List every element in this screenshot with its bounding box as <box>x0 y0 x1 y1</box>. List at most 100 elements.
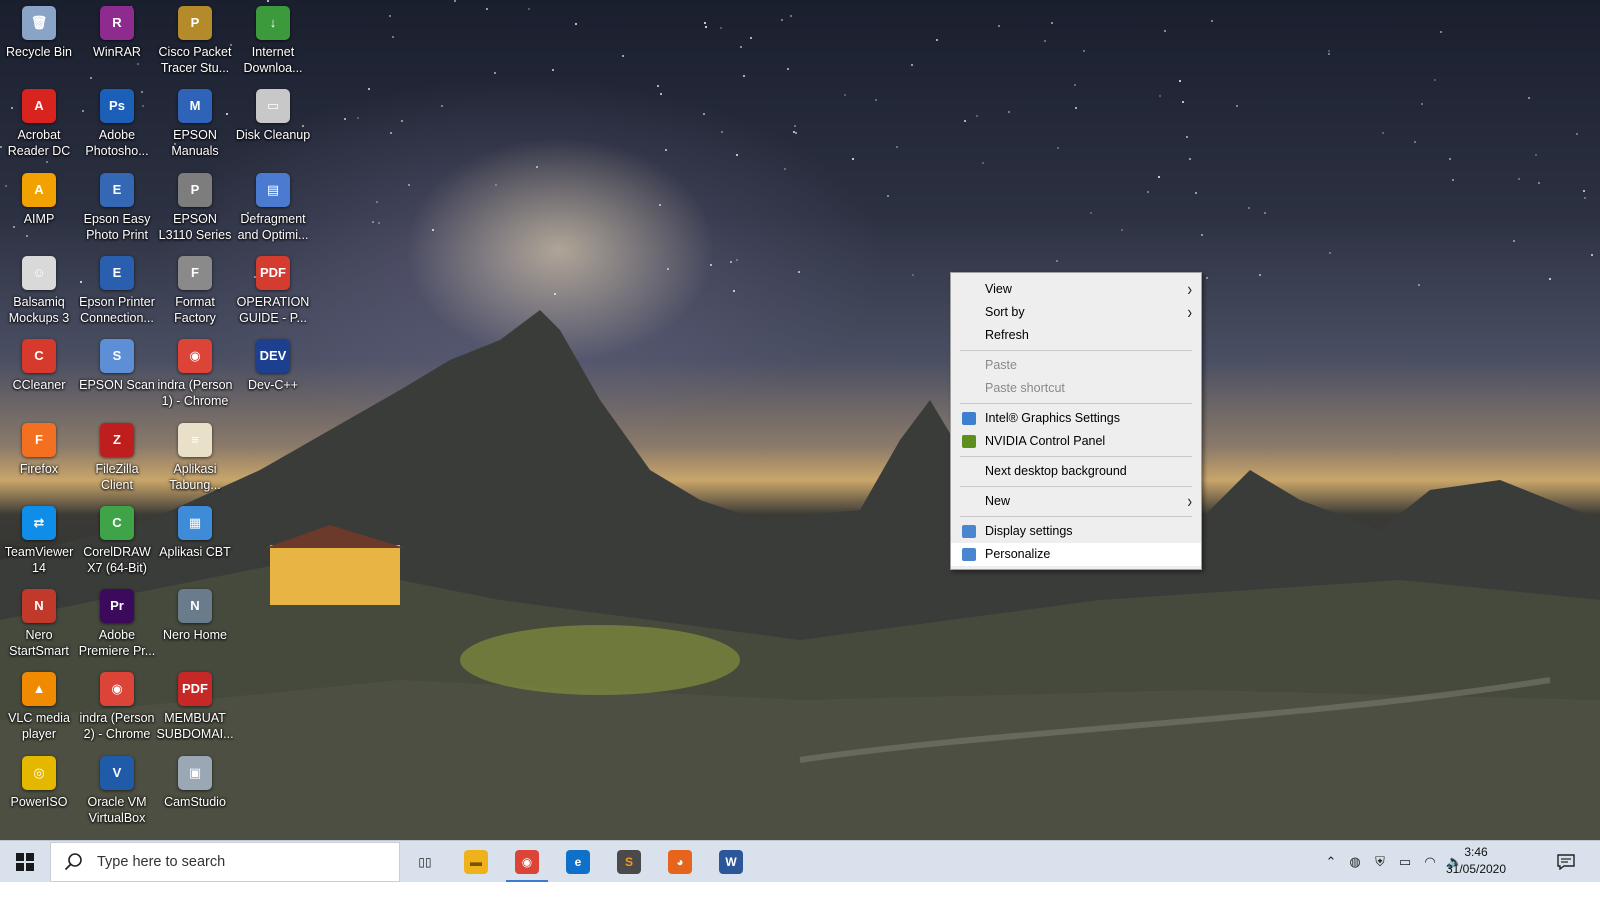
desktop-icon[interactable]: C CorelDRAW X7 (64-Bit) <box>78 502 156 576</box>
search-input[interactable] <box>95 853 379 871</box>
desktop-icon[interactable]: ▲ VLC media player <box>0 668 78 742</box>
star <box>736 259 738 261</box>
desktop-app-icon: S <box>100 339 134 373</box>
star <box>896 146 898 148</box>
desktop-app-icon: ▭ <box>256 89 290 123</box>
menu-item-refresh[interactable]: Refresh <box>951 324 1201 347</box>
desktop-icon[interactable]: DEV Dev-C++ <box>234 335 312 393</box>
star <box>1440 31 1442 33</box>
desktop-icon[interactable]: Ps Adobe Photosho... <box>78 85 156 159</box>
desktop-icon[interactable]: ▭ Disk Cleanup <box>234 85 312 143</box>
desktop-icon[interactable]: F Firefox <box>0 419 78 477</box>
desktop-app-icon: ▦ <box>178 506 212 540</box>
taskbar-search-box[interactable] <box>50 842 400 882</box>
desktop-icon-label: CorelDRAW X7 (64-Bit) <box>83 545 151 575</box>
desktop-icon[interactable]: ▤ Defragment and Optimi... <box>234 169 312 243</box>
star <box>1452 179 1454 181</box>
menu-item-personalize[interactable]: Personalize <box>951 543 1201 566</box>
desktop-icon-label: Epson Easy Photo Print <box>83 212 151 242</box>
menu-item-new[interactable]: New › <box>951 490 1201 513</box>
star <box>1382 132 1384 134</box>
desktop-icon[interactable]: ◎ PowerISO <box>0 752 78 810</box>
menu-item-paste[interactable]: Paste <box>951 354 1201 377</box>
battery-icon[interactable]: ▭ <box>1396 853 1414 871</box>
desktop-app-icon: E <box>100 256 134 290</box>
taskbar-app-edge[interactable]: e <box>553 841 603 883</box>
desktop-icon[interactable]: Pr Adobe Premiere Pr... <box>78 585 156 659</box>
desktop-icon[interactable]: Z FileZilla Client <box>78 419 156 493</box>
desktop-app-icon: ▣ <box>178 756 212 790</box>
desktop-icon-label: Nero StartSmart <box>9 628 69 658</box>
menu-item-nvidia-control-panel[interactable]: NVIDIA Control Panel <box>951 430 1201 453</box>
taskbar-app-word[interactable]: W <box>706 841 756 883</box>
taskbar-app-task-view[interactable]: ▯▯ <box>400 841 450 883</box>
desktop-icon[interactable]: M EPSON Manuals <box>156 85 234 159</box>
file-explorer-icon: ▬ <box>464 850 488 874</box>
taskbar-app-file-explorer[interactable]: ▬ <box>451 841 501 883</box>
desktop-icon[interactable]: ☺ Balsamiq Mockups 3 <box>0 252 78 326</box>
desktop-icon[interactable]: V Oracle VM VirtualBox <box>78 752 156 826</box>
desktop-app-icon: C <box>22 339 56 373</box>
desktop-icon[interactable]: F Format Factory <box>156 252 234 326</box>
desktop-app-icon: F <box>22 423 56 457</box>
show-hidden-icons-icon[interactable]: ⌃ <box>1322 853 1340 871</box>
desktop-icon[interactable]: P EPSON L3110 Series - Sho... <box>156 169 234 243</box>
desktop-icon[interactable]: ↓ Internet Downloa... <box>234 2 312 76</box>
menu-separator <box>960 403 1192 404</box>
desktop-icon[interactable]: ≡ Aplikasi Tabung... <box>156 419 234 493</box>
star <box>1259 274 1261 276</box>
menu-item-sort-by[interactable]: Sort by › <box>951 301 1201 324</box>
desktop-icon[interactable]: 🗑 Recycle Bin <box>0 2 78 60</box>
desktop-app-icon: N <box>22 589 56 623</box>
desktop-icon[interactable]: E Epson Printer Connection... <box>78 252 156 326</box>
intel-graphics-icon <box>962 412 976 425</box>
star <box>372 221 374 223</box>
desktop-icon-label: WinRAR <box>93 45 141 59</box>
desktop-icon[interactable]: ◉ indra (Person 2) - Chrome <box>78 668 156 742</box>
star <box>1083 50 1085 52</box>
desktop-app-icon: ◎ <box>22 756 56 790</box>
network-globe-icon[interactable]: ◍ <box>1346 853 1364 871</box>
desktop-icon[interactable]: ▦ Aplikasi CBT <box>156 502 234 560</box>
desktop-icon[interactable]: PDF OPERATION GUIDE - P... <box>234 252 312 326</box>
star <box>1075 107 1077 109</box>
desktop-icon[interactable]: S EPSON Scan <box>78 335 156 393</box>
desktop-icon[interactable]: N Nero StartSmart <box>0 585 78 659</box>
menu-item-next-desktop-background[interactable]: Next desktop background <box>951 460 1201 483</box>
star <box>486 8 488 10</box>
menu-item-intel-graphics-settings[interactable]: Intel® Graphics Settings <box>951 407 1201 430</box>
star <box>790 15 792 17</box>
desktop-icon[interactable]: ◉ indra (Person 1) - Chrome <box>156 335 234 409</box>
menu-item-view[interactable]: View › <box>951 278 1201 301</box>
desktop-icon[interactable]: PDF MEMBUAT SUBDOMAI... <box>156 668 234 742</box>
desktop-icon[interactable]: A Acrobat Reader DC <box>0 85 78 159</box>
desktop-icon[interactable]: P Cisco Packet Tracer Stu... <box>156 2 234 76</box>
desktop-icon[interactable]: R WinRAR <box>78 2 156 60</box>
desktop-app-icon: A <box>22 89 56 123</box>
taskbar-clock[interactable]: 3:46 31/05/2020 <box>1440 844 1512 878</box>
wifi-icon[interactable]: ◠ <box>1421 853 1439 871</box>
star <box>998 25 1000 27</box>
star <box>454 0 456 2</box>
desktop-icon[interactable]: A AIMP <box>0 169 78 227</box>
star <box>1056 260 1058 262</box>
desktop-icon[interactable]: C CCleaner <box>0 335 78 393</box>
desktop-icon[interactable]: ▣ CamStudio <box>156 752 234 810</box>
star <box>1421 103 1423 105</box>
clock-date: 31/05/2020 <box>1445 862 1507 876</box>
security-shield-icon[interactable]: ⛨ <box>1371 853 1389 871</box>
desktop-icon[interactable]: ⇄ TeamViewer 14 <box>0 502 78 576</box>
taskbar-app-chrome[interactable]: ◉ <box>502 841 552 883</box>
taskbar-app-firefox[interactable]: ◕ <box>655 841 705 883</box>
word-icon: W <box>719 850 743 874</box>
star <box>552 69 554 71</box>
desktop-icon[interactable]: E Epson Easy Photo Print <box>78 169 156 243</box>
menu-item-label: Sort by <box>985 305 1025 319</box>
menu-item-display-settings[interactable]: Display settings <box>951 520 1201 543</box>
taskbar-app-sublime-text[interactable]: S <box>604 841 654 883</box>
star <box>1195 192 1197 194</box>
action-center-button[interactable] <box>1548 841 1584 883</box>
desktop-icon[interactable]: N Nero Home <box>156 585 234 643</box>
menu-item-paste-shortcut[interactable]: Paste shortcut <box>951 377 1201 400</box>
start-button[interactable] <box>0 841 50 883</box>
